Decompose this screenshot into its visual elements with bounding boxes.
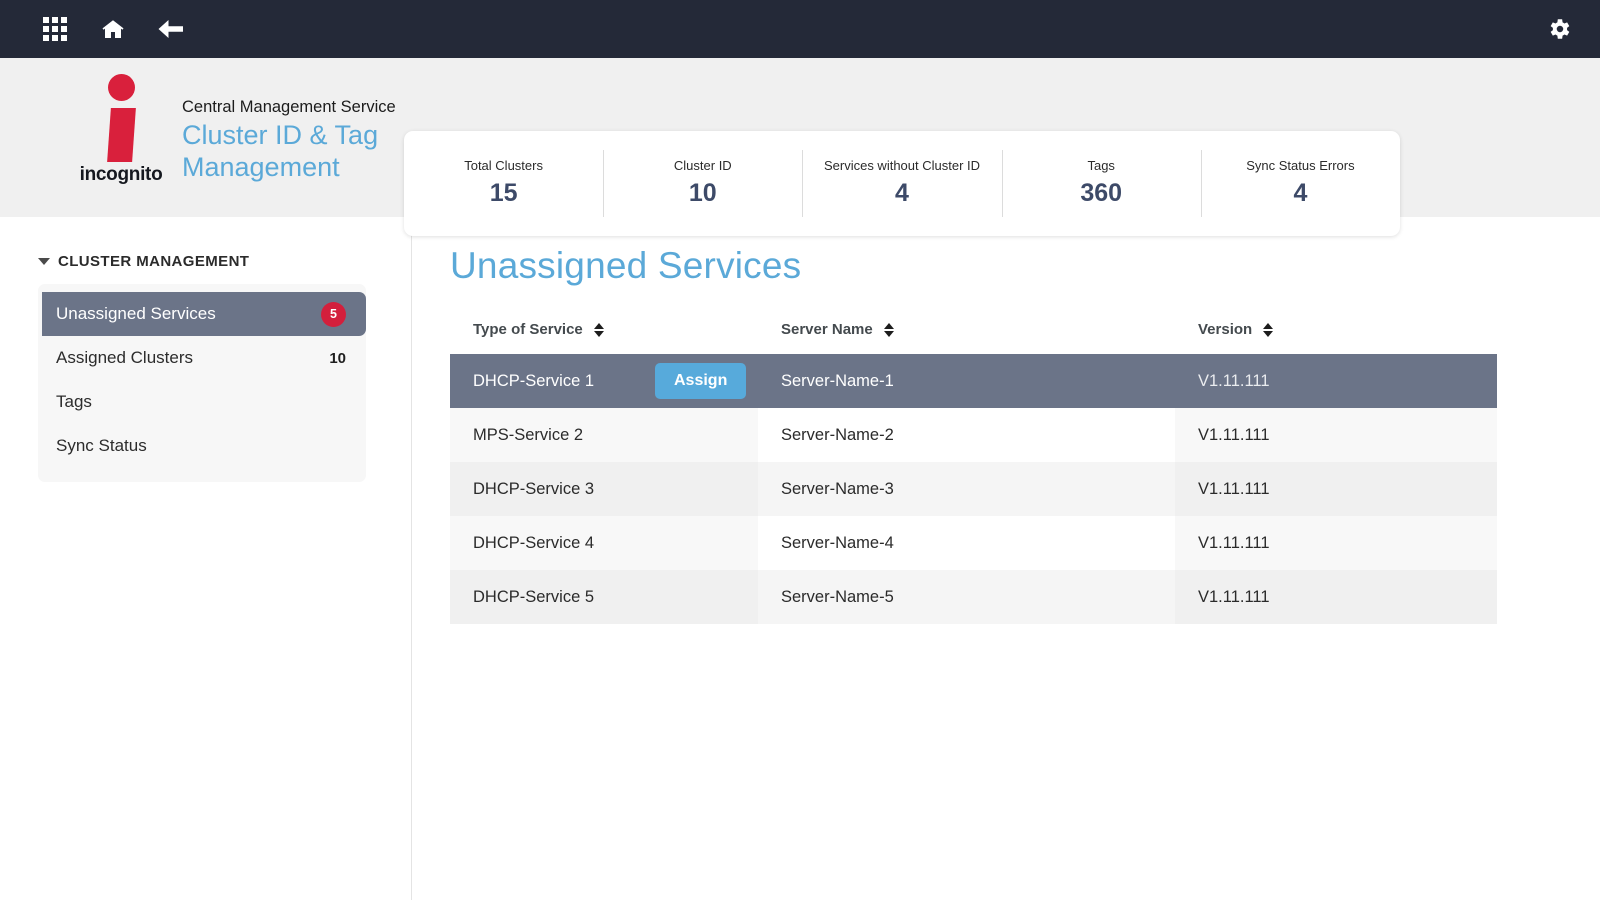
top-navigation-bar [0, 0, 1600, 58]
cell-version: V1.11.111 [1175, 408, 1497, 462]
sidebar-item-tags[interactable]: Tags [38, 380, 366, 424]
kpi-sync-status-errors: Sync Status Errors 4 [1200, 131, 1400, 236]
cell-version: V1.11.111 [1175, 462, 1497, 516]
sidebar-item-sync-status[interactable]: Sync Status [38, 424, 366, 468]
kpi-label: Sync Status Errors [1246, 158, 1355, 174]
sidebar: CLUSTER MANAGEMENT Unassigned Services 5… [0, 217, 412, 900]
top-nav-icon-group [40, 14, 186, 44]
column-header-version[interactable]: Version [1175, 321, 1497, 354]
assign-button[interactable]: Assign [655, 363, 747, 399]
cell-server-name: Server-Name-1 [758, 354, 1175, 408]
sidebar-item-unassigned-services[interactable]: Unassigned Services 5 [42, 292, 366, 336]
kpi-summary-card: Total Clusters 15 Cluster ID 10 Services… [404, 131, 1400, 236]
table-row[interactable]: DHCP-Service 4 Server-Name-4 V1.11.111 [450, 516, 1497, 570]
sidebar-item-label: Assigned Clusters [56, 348, 194, 367]
column-header-type-of-service[interactable]: Type of Service [450, 321, 758, 354]
chevron-down-icon[interactable] [38, 258, 50, 265]
column-header-label: Version [1198, 321, 1253, 338]
sidebar-item-label: Sync Status [56, 436, 147, 455]
cell-version: V1.11.111 [1175, 354, 1497, 408]
incognito-logo-icon [99, 74, 143, 162]
cell-server-name: Server-Name-5 [758, 570, 1175, 624]
cell-type-of-service: DHCP-Service 1 Assign [450, 354, 758, 408]
logo-dot-shape [108, 74, 135, 101]
kpi-value: 10 [688, 178, 717, 207]
cell-type-of-service: DHCP-Service 4 [450, 516, 758, 570]
kpi-total-clusters: Total Clusters 15 [404, 131, 603, 236]
cell-type-of-service: DHCP-Service 5 [450, 570, 758, 624]
sidebar-item-assigned-clusters[interactable]: Assigned Clusters 10 [38, 336, 366, 380]
sort-arrows-icon[interactable] [1263, 323, 1274, 338]
kpi-label: Cluster ID [673, 158, 732, 174]
sidebar-item-label: Tags [56, 392, 92, 411]
cell-server-name: Server-Name-3 [758, 462, 1175, 516]
incognito-logo: incognito [78, 74, 164, 186]
sidebar-section-header[interactable]: CLUSTER MANAGEMENT [0, 253, 411, 270]
logo-stem-shape [107, 108, 136, 162]
page-title-header: Cluster ID & Tag Management [182, 120, 379, 182]
cell-version: V1.11.111 [1175, 516, 1497, 570]
kpi-value: 360 [1080, 178, 1123, 207]
kpi-tags: Tags 360 [1001, 131, 1201, 236]
cell-type-of-service: MPS-Service 2 [450, 408, 758, 462]
sidebar-item-count: 10 [329, 349, 346, 367]
service-name-text: DHCP-Service 1 [473, 371, 595, 390]
table-row[interactable]: DHCP-Service 5 Server-Name-5 V1.11.111 [450, 570, 1497, 624]
page-header-band: incognito Central Management Service Clu… [0, 58, 1600, 236]
column-header-label: Type of Service [473, 321, 583, 338]
table-row[interactable]: DHCP-Service 1 Assign Server-Name-1 V1.1… [450, 354, 1497, 408]
cell-server-name: Server-Name-2 [758, 408, 1175, 462]
kpi-value: 4 [1293, 178, 1308, 207]
sidebar-item-label: Unassigned Services [56, 304, 216, 323]
main-area: CLUSTER MANAGEMENT Unassigned Services 5… [0, 217, 1600, 900]
table-header-row: Type of Service Server Name Version [450, 321, 1497, 354]
kpi-value: 15 [489, 178, 518, 207]
table-row[interactable]: DHCP-Service 3 Server-Name-3 V1.11.111 [450, 462, 1497, 516]
content-panel: Unassigned Services Type of Service Serv… [412, 217, 1600, 900]
product-name: Central Management Service [182, 98, 396, 116]
kpi-services-without-cluster-id: Services without Cluster ID 4 [802, 131, 1001, 236]
cell-server-name: Server-Name-4 [758, 516, 1175, 570]
kpi-label: Total Clusters [464, 158, 543, 174]
kpi-label: Tags [1087, 158, 1115, 174]
kpi-cluster-id: Cluster ID 10 [603, 131, 802, 236]
cell-version: V1.11.111 [1175, 570, 1497, 624]
column-header-server-name[interactable]: Server Name [758, 321, 1175, 354]
sort-arrows-icon[interactable] [593, 323, 604, 338]
sidebar-section-label: CLUSTER MANAGEMENT [58, 253, 250, 270]
table-row[interactable]: MPS-Service 2 Server-Name-2 V1.11.111 [450, 408, 1497, 462]
kpi-value: 4 [895, 178, 909, 207]
page-title: Unassigned Services [450, 245, 802, 286]
apps-grid-icon[interactable] [40, 14, 70, 44]
home-icon[interactable] [98, 14, 128, 44]
status-badge: 5 [321, 301, 346, 327]
brand-block: incognito Central Management Service Clu… [0, 58, 396, 186]
sort-arrows-icon[interactable] [883, 323, 894, 338]
header-titles: Central Management Service Cluster ID & … [164, 74, 396, 183]
logo-wordmark: incognito [79, 164, 163, 185]
unassigned-services-table: Type of Service Server Name Version DHCP… [450, 321, 1497, 624]
back-arrow-icon[interactable] [156, 14, 186, 44]
column-header-label: Server Name [781, 321, 873, 338]
gear-icon[interactable] [1544, 14, 1574, 44]
kpi-label: Services without Cluster ID [823, 158, 981, 174]
cell-type-of-service: DHCP-Service 3 [450, 462, 758, 516]
sidebar-panel: Unassigned Services 5 Assigned Clusters … [38, 284, 366, 482]
